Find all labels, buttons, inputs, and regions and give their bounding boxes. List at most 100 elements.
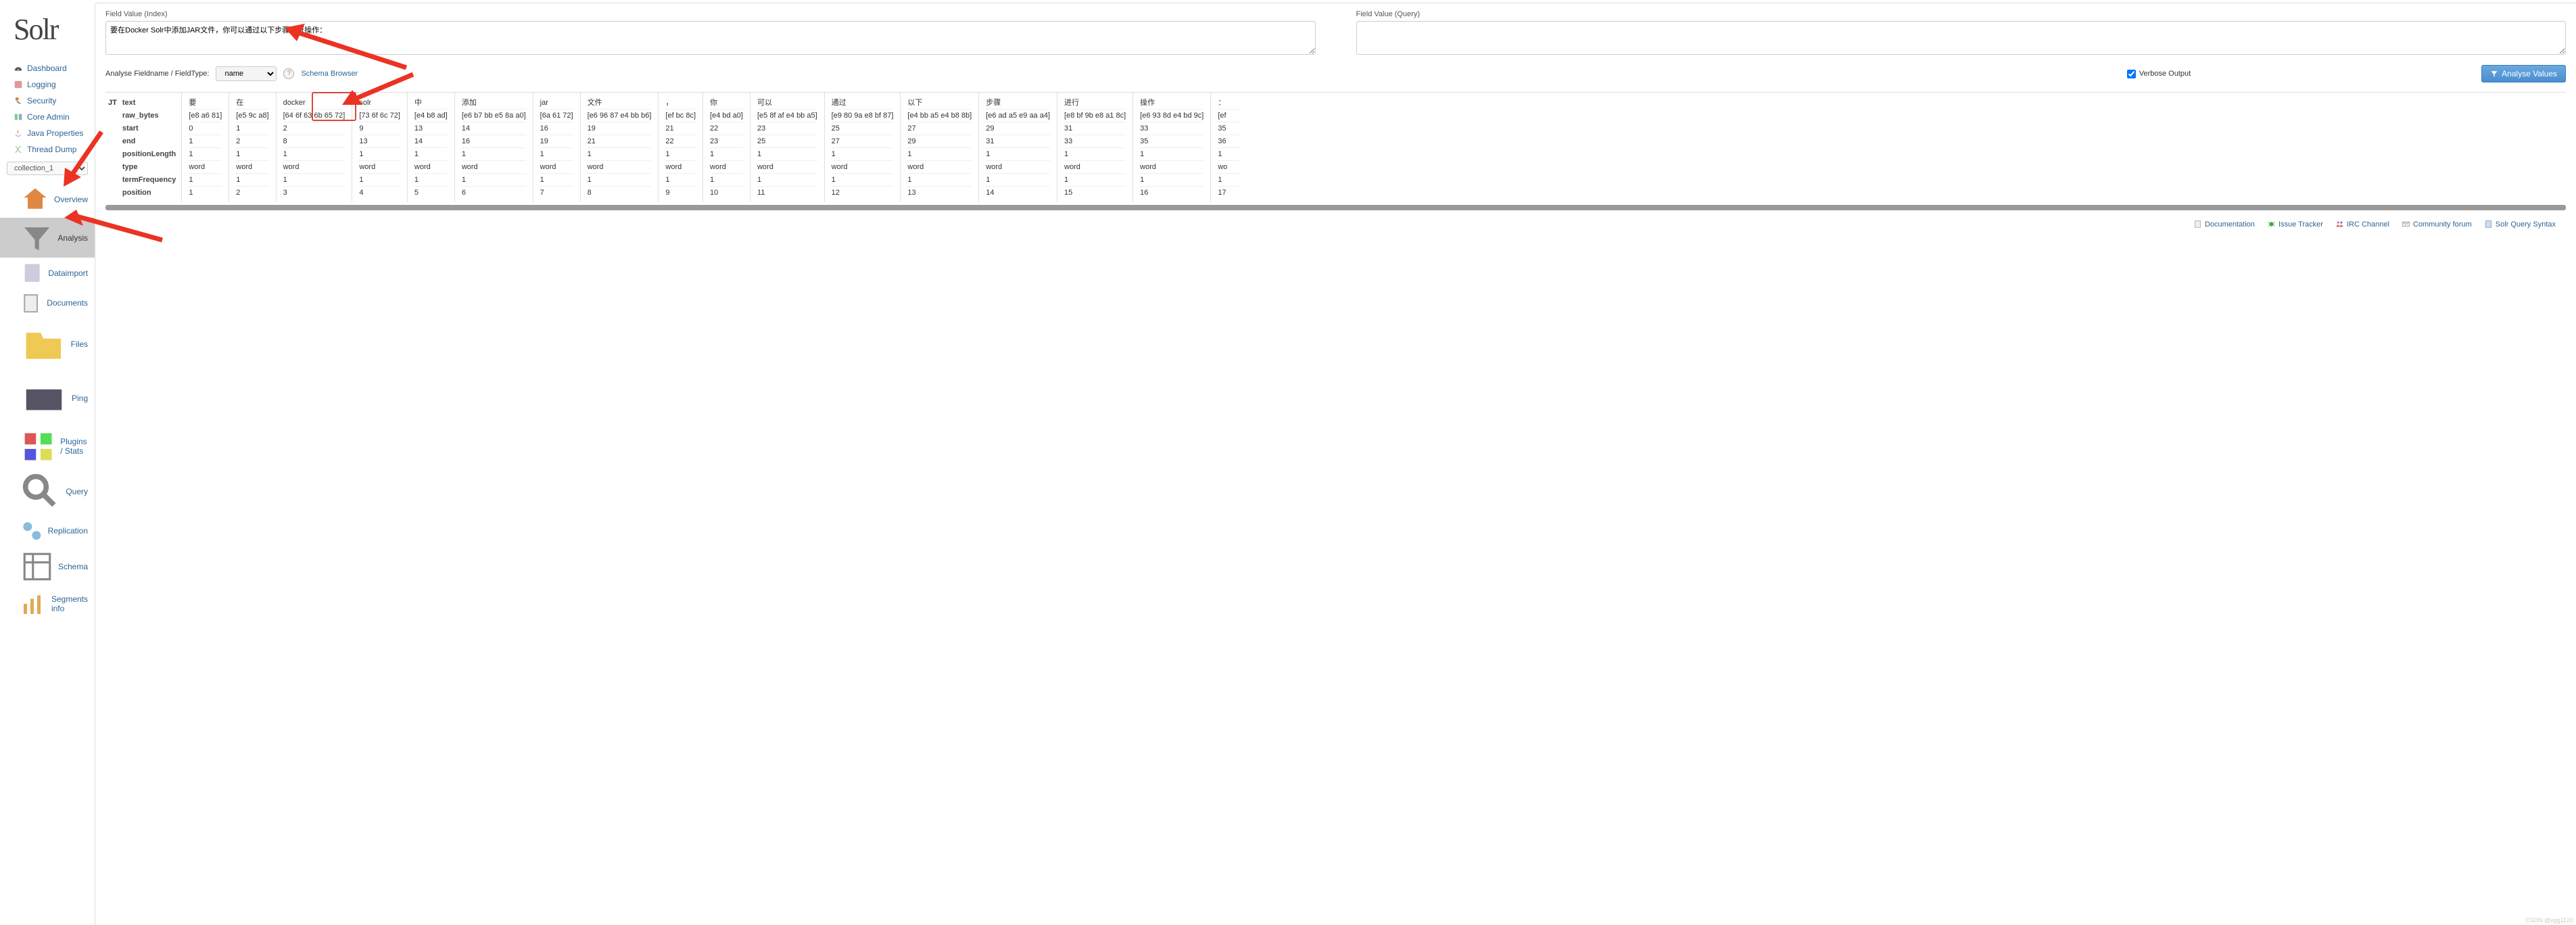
import-icon	[20, 261, 44, 285]
token-column: 通过[e9 80 9a e8 bf 87]25271word112	[824, 93, 901, 202]
query-field-value[interactable]	[1356, 21, 2567, 55]
book-icon	[2484, 220, 2493, 229]
subnav-segments[interactable]: Segments info	[0, 587, 95, 621]
nav-core-admin[interactable]: Core Admin	[0, 109, 95, 125]
subnav-ping[interactable]: Ping	[0, 371, 95, 425]
nav-label: Plugins / Stats	[60, 437, 88, 456]
analyse-values-button[interactable]: Analyse Values	[2481, 65, 2566, 82]
main-panel: Field Value (Index) 要在Docker Solr中添加JAR文…	[95, 3, 2576, 925]
subnav-schema[interactable]: Schema	[0, 546, 95, 587]
index-field-value[interactable]: 要在Docker Solr中添加JAR文件，你可以通过以下步骤进行操作：	[105, 21, 1316, 55]
mail-icon	[2402, 220, 2410, 229]
subnav-dataimport[interactable]: Dataimport	[0, 258, 95, 288]
ping-icon	[20, 375, 68, 422]
help-button[interactable]: ?	[283, 68, 294, 79]
token-column: ：[ef35361wo117	[1210, 93, 1247, 202]
nav-security[interactable]: Security	[0, 93, 95, 109]
token-column: 进行[e8 bf 9b e8 a1 8c]31331word115	[1057, 93, 1132, 202]
nav-label: Segments info	[51, 594, 88, 613]
nav-label: Thread Dump	[27, 145, 76, 154]
folder-icon	[20, 321, 67, 368]
nav-label: Overview	[54, 195, 88, 204]
token-column: docker[64 6f 63 6b 65 72]281word13	[276, 93, 352, 202]
nav-label: Dashboard	[27, 64, 67, 73]
query-field-label: Field Value (Query)	[1356, 10, 2567, 18]
main-nav: Dashboard Logging Security Core Admin Ja…	[0, 60, 95, 158]
home-icon	[20, 185, 50, 214]
analysis-result-table: JT textraw_bytesstartendpositionLengthty…	[105, 92, 2566, 210]
token-column: 操作[e6 93 8d e4 bd 9c]33351word116	[1132, 93, 1210, 202]
nav-label: Query	[66, 487, 88, 496]
verbose-checkbox-input[interactable]	[2127, 70, 2136, 78]
security-icon	[14, 96, 23, 105]
footer-irc[interactable]: IRC Channel	[2335, 220, 2389, 229]
token-column: 添加[e6 b7 bb e5 8a a0]14161word16	[454, 93, 533, 202]
people-icon	[2335, 220, 2344, 229]
token-column: 可以[e5 8f af e4 bb a5]23251word111	[750, 93, 824, 202]
nav-label: Replication	[48, 526, 88, 536]
replication-icon	[20, 519, 44, 543]
fieldtype-selector[interactable]: name	[216, 66, 277, 81]
nav-label: Ping	[72, 394, 88, 403]
nav-label: Documents	[47, 298, 88, 308]
footer-issue-tracker[interactable]: Issue Tracker	[2267, 220, 2323, 229]
footer-links: Documentation Issue Tracker IRC Channel …	[2193, 220, 2556, 229]
token-column: ，[ef bc 8c]21221word19	[658, 93, 702, 202]
footer-documentation[interactable]: Documentation	[2193, 220, 2255, 229]
subnav-plugins[interactable]: Plugins / Stats	[0, 425, 95, 468]
row-labels: textraw_bytesstartendpositionLengthtypet…	[122, 93, 181, 202]
logging-icon	[14, 80, 23, 89]
logo: Solr	[0, 5, 95, 60]
java-icon	[14, 128, 23, 138]
token-column: 要[e8 a6 81]011word11	[181, 93, 229, 202]
horizontal-scrollbar[interactable]	[105, 205, 2566, 210]
funnel-icon	[2490, 70, 2498, 78]
token-column: 中[e4 b8 ad]13141word15	[407, 93, 454, 202]
doc-icon	[2193, 220, 2202, 229]
index-field-label: Field Value (Index)	[105, 10, 1316, 18]
nav-thread-dump[interactable]: Thread Dump	[0, 141, 95, 158]
collection-selector[interactable]: collection_1	[7, 162, 88, 175]
subnav-documents[interactable]: Documents	[0, 289, 95, 318]
watermark: CSDN @xgg1120	[2525, 917, 2573, 924]
analyzer-abbr: JT	[105, 93, 122, 202]
token-column: 步骤[e6 ad a5 e9 aa a4]29311word114	[978, 93, 1057, 202]
verbose-output-checkbox[interactable]: Verbose Output	[2127, 70, 2191, 78]
subnav-files[interactable]: Files	[0, 318, 95, 371]
nav-label: Core Admin	[27, 112, 70, 122]
nav-label: Dataimport	[48, 268, 88, 278]
footer-query-syntax[interactable]: Solr Query Syntax	[2484, 220, 2556, 229]
subnav-analysis[interactable]: Analysis	[0, 218, 95, 258]
verbose-label: Verbose Output	[2139, 70, 2191, 78]
dashboard-icon	[14, 64, 23, 73]
bug-icon	[2267, 220, 2276, 229]
token-column: jar[6a 61 72]16191word17	[533, 93, 580, 202]
subnav-replication[interactable]: Replication	[0, 516, 95, 546]
token-column: 以下[e4 bb a5 e4 b8 8b]27291word113	[900, 93, 978, 202]
nav-dashboard[interactable]: Dashboard	[0, 60, 95, 76]
search-icon	[20, 471, 62, 513]
button-label: Analyse Values	[2502, 69, 2557, 78]
subnav-overview[interactable]: Overview	[0, 181, 95, 218]
schema-browser-link[interactable]: Schema Browser	[301, 70, 358, 78]
token-column: 你[e4 bd a0]22231word110	[702, 93, 750, 202]
nav-label: Analysis	[57, 233, 88, 243]
subnav-query[interactable]: Query	[0, 468, 95, 516]
schema-icon	[20, 550, 54, 584]
token-column: 文件[e6 96 87 e4 bb b6]19211word18	[580, 93, 659, 202]
nav-java-properties[interactable]: Java Properties	[0, 125, 95, 141]
collection-subnav: Overview Analysis Dataimport Documents F…	[0, 181, 95, 621]
nav-logging[interactable]: Logging	[0, 76, 95, 93]
core-admin-icon	[14, 112, 23, 122]
nav-label: Security	[27, 96, 56, 105]
nav-label: Logging	[27, 80, 56, 89]
logo-text: Solr	[14, 13, 57, 46]
token-columns: 要[e8 a6 81]011word11在[e5 9c a8]121word12…	[181, 93, 2566, 202]
thread-icon	[14, 145, 23, 154]
token-column: solr[73 6f 6c 72]9131word14	[352, 93, 407, 202]
documents-icon	[20, 292, 43, 314]
nav-label: Java Properties	[27, 128, 83, 138]
nav-label: Schema	[58, 562, 88, 571]
sidebar: Solr Dashboard Logging Security Core Adm…	[0, 0, 95, 925]
footer-community[interactable]: Community forum	[2402, 220, 2472, 229]
